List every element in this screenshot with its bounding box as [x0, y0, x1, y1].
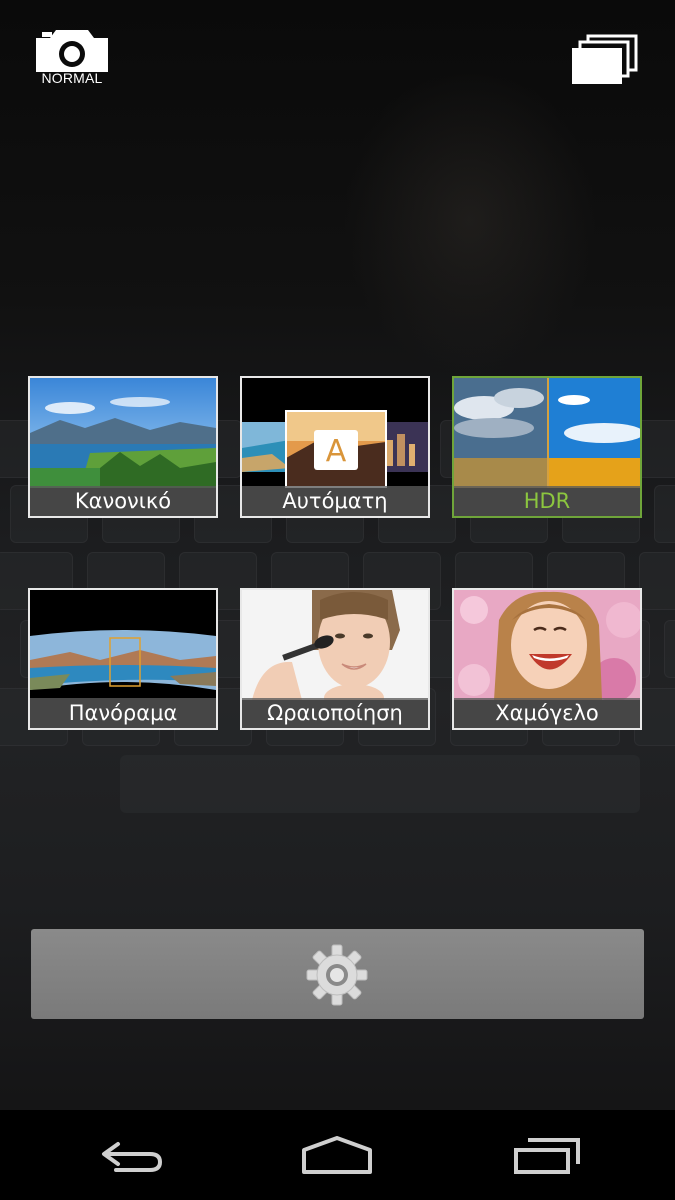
- mode-tile-auto[interactable]: A Αυτόματη: [240, 376, 430, 518]
- mode-tile-smile[interactable]: Χαμόγελο: [452, 588, 642, 730]
- mode-tile-hdr[interactable]: HDR: [452, 376, 642, 518]
- auto-badge-letter: A: [326, 434, 347, 469]
- lake-landscape-thumbnail: [30, 378, 216, 488]
- camera-icon: [36, 30, 108, 72]
- mode-tile-beauty[interactable]: Ωραιοποίηση: [240, 588, 430, 730]
- mode-tile-panorama[interactable]: Πανόραμα: [28, 588, 218, 730]
- mode-label: HDR: [454, 486, 640, 516]
- shooting-mode-grid: Κανονικό A Αυτόματη HDR Πανόραμα Ωραιοπο…: [28, 376, 646, 734]
- beauty-face-thumbnail: [242, 590, 428, 700]
- home-button[interactable]: [292, 1130, 382, 1180]
- camera-mode-button[interactable]: NORMAL: [32, 28, 112, 88]
- gallery-stack-icon: [572, 34, 638, 84]
- gallery-button[interactable]: [570, 34, 638, 86]
- recent-apps-icon: [514, 1138, 580, 1174]
- home-icon: [302, 1136, 372, 1174]
- background-keyboard-spacebar: [120, 755, 640, 813]
- mode-tile-normal[interactable]: Κανονικό: [28, 376, 218, 518]
- panorama-bay-thumbnail: [30, 590, 216, 700]
- settings-button[interactable]: [31, 929, 644, 1019]
- mode-label: Πανόραμα: [30, 698, 216, 728]
- camera-mode-label: NORMAL: [41, 70, 103, 86]
- hdr-sky-field-thumbnail: [454, 378, 640, 488]
- system-navigation-bar: [0, 1110, 675, 1200]
- smiling-child-thumbnail: [454, 590, 640, 700]
- back-button[interactable]: [88, 1130, 178, 1180]
- mode-label: Αυτόματη: [242, 486, 428, 516]
- recent-apps-button[interactable]: [504, 1130, 594, 1180]
- gear-icon: [306, 944, 368, 1006]
- mode-label: Ωραιοποίηση: [242, 698, 428, 728]
- auto-scene-collage-thumbnail: A: [242, 378, 428, 488]
- mode-label: Χαμόγελο: [454, 698, 640, 728]
- mode-label: Κανονικό: [30, 486, 216, 516]
- camera-mode-screen: NORMAL Κανονικό A Αυτόματη HDR Πανόραμα …: [0, 0, 675, 1200]
- back-icon: [102, 1142, 163, 1172]
